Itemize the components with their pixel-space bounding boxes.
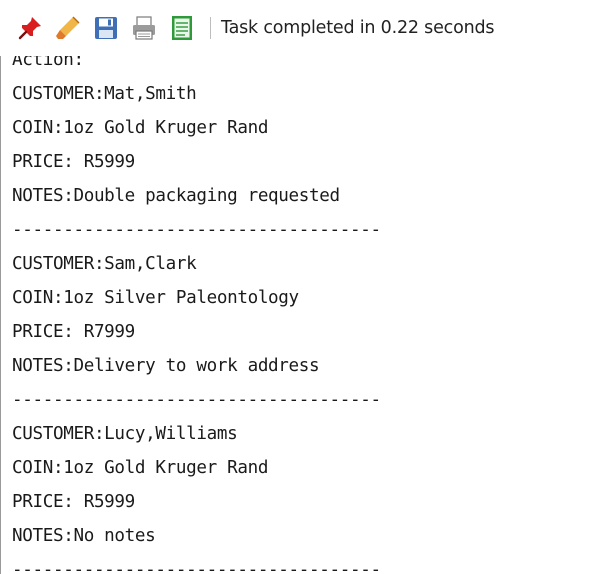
- output-line: CUSTOMER:Mat,Smith: [12, 84, 197, 104]
- toolbar-separator: [210, 17, 211, 39]
- pin-button[interactable]: [14, 12, 46, 44]
- print-button[interactable]: [128, 12, 160, 44]
- output-line: PRICE: R7999: [12, 322, 135, 342]
- printer-icon: [133, 16, 155, 40]
- separator-line: ------------------------------------: [12, 220, 381, 240]
- floppy-disk-icon: [95, 17, 117, 39]
- output-line: COIN:1oz Silver Paleontology: [12, 288, 299, 308]
- toolbar: Task completed in 0.22 seconds: [0, 0, 595, 56]
- output-line: PRICE: R5999: [12, 152, 135, 172]
- pin-icon: [18, 17, 41, 40]
- separator-line: ------------------------------------: [12, 390, 381, 410]
- eraser-icon: [56, 16, 80, 39]
- output-pane[interactable]: Action: CUSTOMER:Mat,Smith COIN:1oz Gold…: [0, 56, 595, 574]
- output-line: NOTES:Double packaging requested: [12, 186, 340, 206]
- output-line: CUSTOMER:Lucy,Williams: [12, 424, 238, 444]
- output-line: CUSTOMER:Sam,Clark: [12, 254, 197, 274]
- output-line: PRICE: R5999: [12, 492, 135, 512]
- eraser-button[interactable]: [52, 12, 84, 44]
- spreadsheet-icon: [172, 16, 192, 40]
- output-lines: Action: CUSTOMER:Mat,Smith COIN:1oz Gold…: [12, 56, 381, 574]
- output-line: COIN:1oz Gold Kruger Rand: [12, 458, 269, 478]
- output-line: NOTES:No notes: [12, 526, 156, 546]
- output-line: NOTES:Delivery to work address: [12, 356, 320, 376]
- results-window: Task completed in 0.22 seconds Action: C…: [0, 0, 595, 574]
- separator-line: ------------------------------------: [12, 560, 381, 574]
- export-button[interactable]: [166, 12, 198, 44]
- status-text: Task completed in 0.22 seconds: [221, 18, 495, 38]
- output-line: Action:: [12, 56, 84, 70]
- output-line: COIN:1oz Gold Kruger Rand: [12, 118, 269, 138]
- save-button[interactable]: [90, 12, 122, 44]
